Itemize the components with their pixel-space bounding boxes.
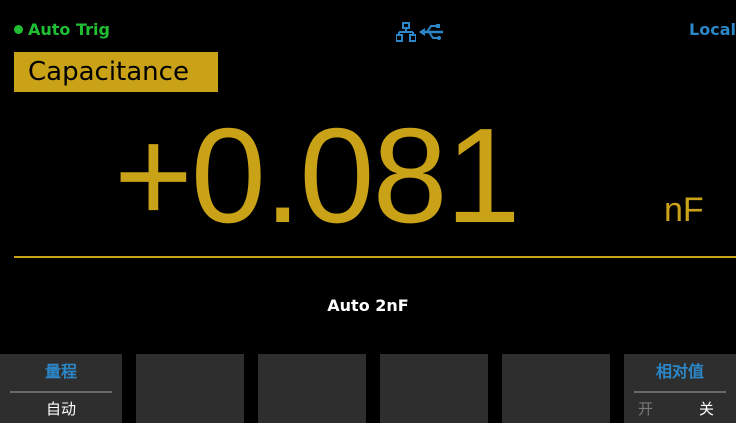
- remote-mode-label: Local: [689, 20, 736, 39]
- range-info: Auto 2nF: [327, 296, 409, 315]
- softkey-bar: 量程 自动 相对值 开 关: [0, 354, 736, 423]
- measurement-unit: nF: [664, 191, 704, 229]
- softkey-5[interactable]: [502, 354, 610, 423]
- lan-icon: [396, 22, 416, 42]
- softkey-range-value: 自动: [45, 400, 76, 418]
- trigger-status: Auto Trig: [14, 22, 110, 38]
- softkey-range-title: 量程: [44, 362, 77, 381]
- softkey-separator: [10, 391, 112, 393]
- softkey-relative-on: 开: [638, 400, 654, 418]
- divider: [14, 256, 736, 258]
- usb-icon: [419, 24, 443, 40]
- measurement-value: +0.081: [114, 100, 521, 251]
- softkey-2[interactable]: [136, 354, 244, 423]
- softkey-relative-off: 关: [698, 400, 714, 418]
- softkey-3[interactable]: [258, 354, 366, 423]
- trigger-indicator-icon: [14, 25, 23, 34]
- function-label: Capacitance: [14, 52, 218, 92]
- trigger-label: Auto Trig: [28, 20, 110, 39]
- softkey-4[interactable]: [380, 354, 488, 423]
- softkey-separator: [634, 391, 726, 393]
- softkey-range[interactable]: 量程 自动: [0, 354, 122, 423]
- status-bar: Auto Trig Local: [0, 0, 736, 52]
- softkey-relative-title: 相对值: [655, 362, 704, 381]
- softkey-relative[interactable]: 相对值 开 关: [624, 354, 736, 423]
